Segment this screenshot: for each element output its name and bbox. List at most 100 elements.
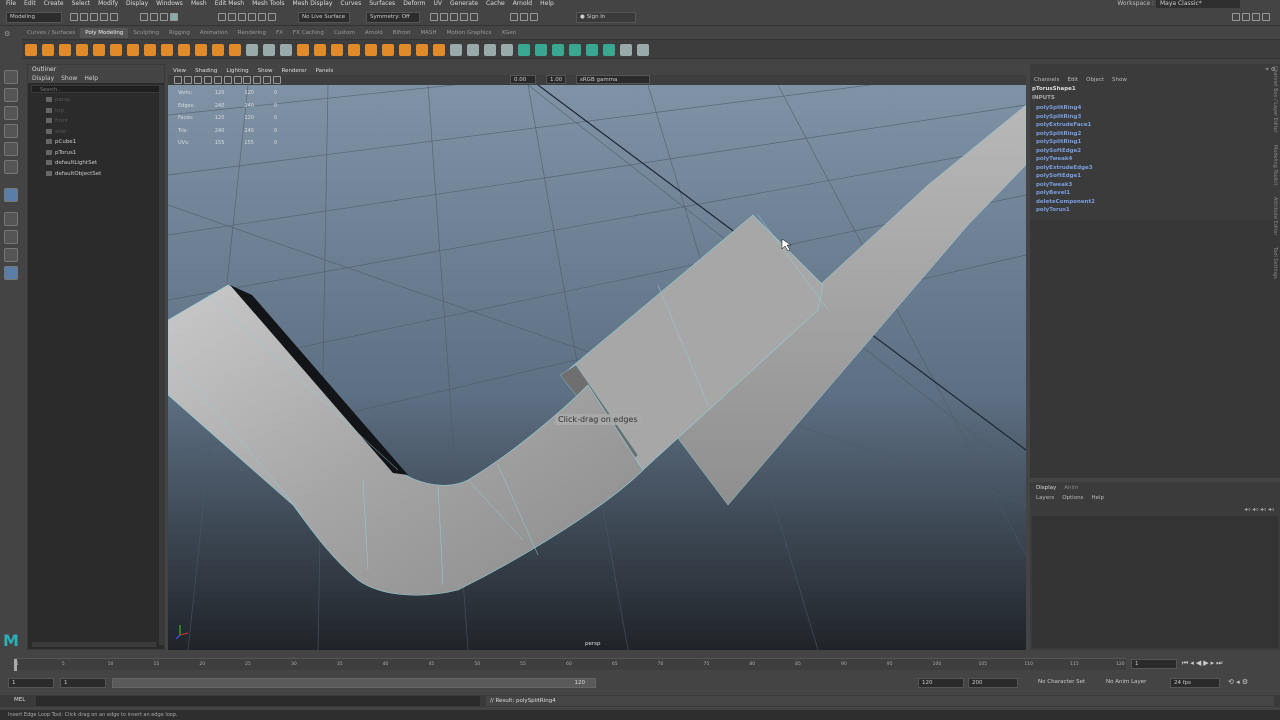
- shelf-tool-icon[interactable]: [416, 44, 428, 56]
- channel-box-menu-item[interactable]: Show: [1112, 77, 1127, 83]
- workspace-selector[interactable]: Workspace : Maya Classic*: [1117, 0, 1240, 8]
- select-camera-icon[interactable]: [174, 76, 182, 84]
- isolate-select-icon[interactable]: [273, 76, 282, 84]
- wireframe-icon[interactable]: [213, 76, 222, 84]
- shelf-tab[interactable]: Motion Graphics: [442, 28, 497, 38]
- side-tab[interactable]: Tool Settings: [1272, 247, 1278, 279]
- input-node[interactable]: polySplitRing3: [1036, 113, 1095, 122]
- anim-layer-dropdown[interactable]: No Anim Layer: [1106, 679, 1146, 685]
- layer-menu-item[interactable]: Options: [1062, 495, 1083, 501]
- channel-box-menu-item[interactable]: Channels: [1034, 77, 1059, 83]
- layer-action-icons[interactable]: ◂◃ ◂◃ ◂◃ ◂◃: [1244, 506, 1274, 513]
- shelf-tool-icon[interactable]: [382, 44, 394, 56]
- menu-item[interactable]: Select: [72, 0, 91, 8]
- outliner-item[interactable]: pCube1: [46, 137, 164, 148]
- menu-item[interactable]: Curves: [340, 0, 361, 8]
- menu-item[interactable]: Mesh Tools: [252, 0, 284, 8]
- playback-controls[interactable]: ⏮◂◀▶▸⏭: [1182, 659, 1224, 668]
- outliner-item[interactable]: pTorus1: [46, 148, 164, 159]
- stop-icon[interactable]: [529, 13, 538, 21]
- pause-icon[interactable]: [519, 13, 528, 21]
- layer-tab[interactable]: Anim: [1064, 485, 1078, 491]
- script-language-label[interactable]: MEL: [14, 697, 25, 703]
- current-frame-field[interactable]: 1: [1131, 659, 1177, 669]
- bookmark-icon[interactable]: [193, 76, 202, 84]
- shelf-tool-icon[interactable]: [552, 44, 564, 56]
- symmetry-dropdown[interactable]: Symmetry: Off: [366, 12, 420, 23]
- menu-item[interactable]: Mesh: [191, 0, 207, 8]
- side-tab[interactable]: Modeling Toolkit: [1272, 145, 1278, 185]
- menu-item[interactable]: File: [6, 0, 16, 8]
- snap-view-icon[interactable]: [247, 13, 256, 21]
- xray-icon[interactable]: [263, 76, 272, 84]
- shelf-tool-icon[interactable]: [484, 44, 496, 56]
- snap-curve-icon[interactable]: [227, 13, 236, 21]
- shelf-tool-icon[interactable]: [586, 44, 598, 56]
- menu-item[interactable]: Modify: [98, 0, 118, 8]
- shelf-tool-icon[interactable]: [620, 44, 632, 56]
- outliner-scrollbar[interactable]: [159, 85, 164, 645]
- render-view-icon[interactable]: [469, 13, 478, 21]
- color-space-dropdown[interactable]: sRGB gamma: [576, 75, 650, 84]
- exposure-field[interactable]: 0.00: [510, 75, 536, 84]
- shelf-tab[interactable]: Sculpting: [128, 28, 164, 38]
- snap-point-icon[interactable]: [237, 13, 246, 21]
- shelf-tool-icon[interactable]: [110, 44, 122, 56]
- snap-surface-icon[interactable]: [257, 13, 266, 21]
- select-tool-icon[interactable]: [4, 70, 18, 84]
- camera-attributes-icon[interactable]: [183, 76, 192, 84]
- side-tab[interactable]: Channel Box / Layer Editor: [1272, 66, 1278, 133]
- shelf-tab[interactable]: Rendering: [233, 28, 271, 38]
- range-slider-bar[interactable]: 120: [112, 678, 596, 688]
- move-tool-icon[interactable]: [4, 124, 18, 138]
- shelf-tool-icon[interactable]: [93, 44, 105, 56]
- shelf-tab[interactable]: Poly Modeling: [80, 28, 129, 38]
- save-scene-icon[interactable]: [89, 13, 98, 21]
- shelf-tool-icon[interactable]: [603, 44, 615, 56]
- shelf-tool-icon[interactable]: [331, 44, 343, 56]
- shelf-tool-icon[interactable]: [535, 44, 547, 56]
- input-node[interactable]: polyTweak3: [1036, 181, 1095, 190]
- single-perspective-layout-icon[interactable]: [4, 188, 18, 202]
- shelf-tool-icon[interactable]: [144, 44, 156, 56]
- menu-item[interactable]: Create: [44, 0, 64, 8]
- textured-icon[interactable]: [233, 76, 242, 84]
- shelf-tool-icon[interactable]: [314, 44, 326, 56]
- command-input[interactable]: [36, 696, 480, 706]
- menu-item[interactable]: Deform: [403, 0, 425, 8]
- fps-dropdown[interactable]: 24 fps: [1170, 678, 1220, 688]
- sign-in-button[interactable]: ● Sign In: [576, 12, 636, 23]
- attribute-editor-toggle-icon[interactable]: [1242, 13, 1251, 21]
- shelf-tab[interactable]: Bifrost: [388, 28, 416, 38]
- outliner-layout-icon[interactable]: [4, 266, 18, 280]
- gamma-field[interactable]: 1.00: [546, 75, 566, 84]
- paint-select-tool-icon[interactable]: [4, 106, 18, 120]
- playback-start-field[interactable]: 1: [60, 678, 106, 688]
- snap-grid-icon[interactable]: [218, 13, 226, 21]
- shelf-tool-icon[interactable]: [76, 44, 88, 56]
- lasso-tool-icon[interactable]: [4, 88, 18, 102]
- shelf-tool-icon[interactable]: [229, 44, 241, 56]
- outliner-item[interactable]: front: [46, 116, 164, 127]
- ipr-render-icon[interactable]: [439, 13, 448, 21]
- select-hierarchy-icon[interactable]: [140, 13, 148, 21]
- shelf-tool-icon[interactable]: [501, 44, 513, 56]
- menu-item[interactable]: Edit Mesh: [215, 0, 244, 8]
- shelf-tab[interactable]: Rigging: [164, 28, 195, 38]
- scale-tool-icon[interactable]: [4, 160, 18, 174]
- shelf-tab[interactable]: Curves / Surfaces: [22, 28, 80, 38]
- shelf-tab[interactable]: Animation: [195, 28, 233, 38]
- menu-item[interactable]: Display: [126, 0, 148, 8]
- shelf-tool-icon[interactable]: [433, 44, 445, 56]
- menu-item[interactable]: UV: [434, 0, 443, 8]
- outliner-menu-item[interactable]: Show: [61, 75, 77, 82]
- shelf-tool-icon[interactable]: [518, 44, 530, 56]
- channel-box-object-name[interactable]: pTorusShape1: [1032, 86, 1076, 92]
- smooth-shade-icon[interactable]: [223, 76, 232, 84]
- menu-item[interactable]: Windows: [156, 0, 183, 8]
- shelf-tool-icon[interactable]: [280, 44, 292, 56]
- channel-box-menu-item[interactable]: Edit: [1067, 77, 1078, 83]
- hypershade-icon[interactable]: [459, 13, 468, 21]
- character-set-dropdown[interactable]: No Character Set: [1038, 679, 1085, 685]
- viewport-menu-item[interactable]: Renderer: [281, 68, 306, 74]
